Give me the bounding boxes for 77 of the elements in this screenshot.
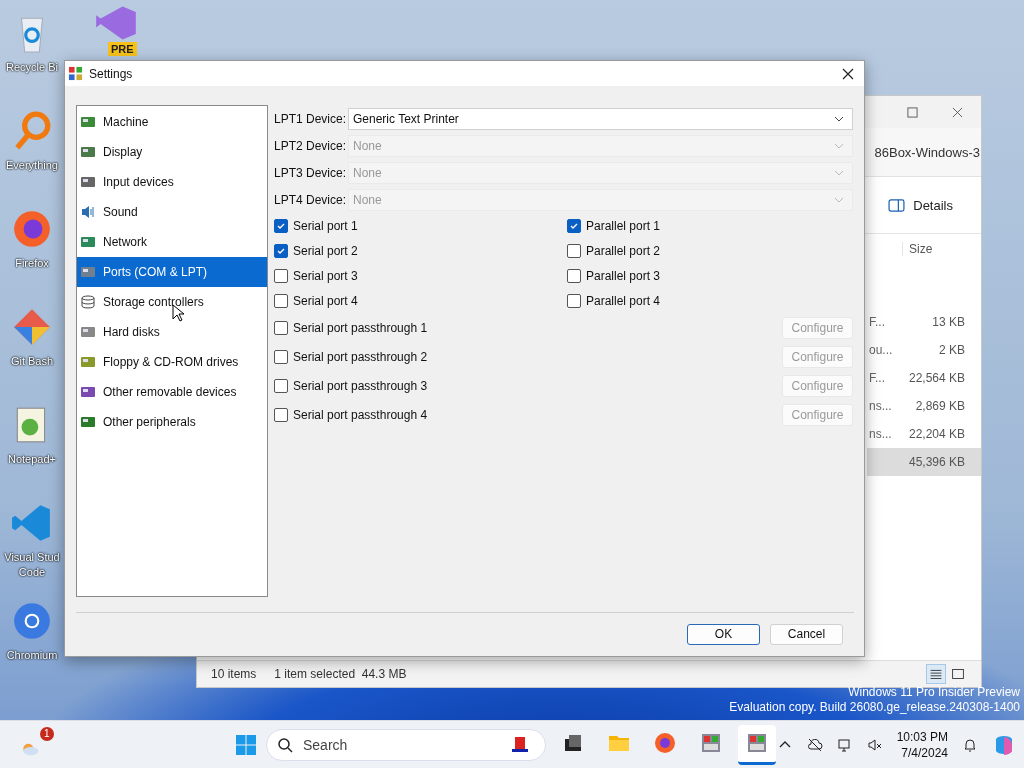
device-icon	[80, 144, 96, 160]
item-count: 10 items	[211, 667, 257, 681]
category-item[interactable]: Hard disks	[77, 317, 267, 347]
search-field[interactable]: Search	[266, 728, 546, 761]
chevron-down-icon	[834, 169, 844, 176]
category-item[interactable]: Input devices	[77, 167, 267, 197]
list-view-icon[interactable]	[927, 665, 945, 683]
port-checkbox[interactable]: Serial port 4	[274, 288, 567, 313]
chevron-down-icon	[834, 115, 844, 122]
clock[interactable]: 10:03 PM 7/4/2024	[896, 728, 948, 761]
category-item[interactable]: Storage controllers	[77, 287, 267, 317]
field-label: LPT3 Device:	[274, 165, 343, 180]
device-icon	[80, 264, 96, 280]
file-row[interactable]: F... 22,564 KB	[867, 364, 981, 392]
device-icon	[80, 114, 96, 130]
category-item[interactable]: Network	[77, 227, 267, 257]
app-icon	[68, 66, 83, 81]
cancel-button[interactable]: Cancel	[770, 623, 843, 645]
folder-path[interactable]: 86Box-Windows-3	[874, 144, 980, 160]
window-title: Settings	[89, 66, 133, 81]
file-row[interactable]: ns... 22,204 KB	[867, 420, 981, 448]
browser-icon	[653, 731, 677, 755]
watermark-text: Evaluation copy. Build 26080.ge_release.240308-1400	[729, 700, 1020, 715]
notification-badge: 1	[40, 726, 54, 741]
emulator-icon	[745, 731, 769, 755]
watermark-text: Windows 11 Pro Insider Preview	[848, 685, 1020, 700]
port-checkbox[interactable]: Serial port 3	[274, 263, 567, 288]
category-item[interactable]: Other removable devices	[77, 377, 267, 407]
cloud-icon[interactable]	[806, 736, 823, 753]
category-item[interactable]: Display	[77, 137, 267, 167]
category-item[interactable]: Other peripherals	[77, 407, 267, 437]
category-item[interactable]: Floppy & CD-ROM drives	[77, 347, 267, 377]
port-checkbox[interactable]: Parallel port 4	[567, 288, 853, 313]
file-row[interactable]: ou... 2 KB	[867, 336, 981, 364]
selection-info: 1 item selected 44.3 MB	[274, 667, 407, 681]
file-row[interactable]: 45,396 KB	[867, 448, 981, 476]
device-icon	[80, 354, 96, 370]
device-icon	[80, 234, 96, 250]
bell-icon[interactable]	[962, 736, 978, 753]
port-checkbox[interactable]: Parallel port 3	[567, 263, 853, 288]
port-checkbox[interactable]: Parallel port 2	[567, 238, 853, 263]
start-icon[interactable]	[234, 732, 258, 757]
field-label: LPT1 Device:	[274, 111, 343, 126]
ok-button[interactable]: OK	[687, 623, 760, 645]
device-icon	[80, 324, 96, 340]
speaker-icon	[80, 204, 96, 220]
search-input[interactable]: Search	[301, 735, 497, 754]
field-label: LPT4 Device:	[274, 192, 343, 207]
port-checkbox[interactable]: Serial port 1	[274, 213, 567, 238]
field-label: LPT2 Device:	[274, 138, 343, 153]
volume-muted-icon[interactable]	[866, 736, 883, 753]
category-item[interactable]: Sound	[77, 197, 267, 227]
column-header[interactable]: Size	[902, 242, 973, 256]
file-row[interactable]: ns... 2,869 KB	[867, 392, 981, 420]
device-icon	[80, 414, 96, 430]
preview-badge: PRE	[108, 42, 137, 56]
port-checkbox[interactable]: Serial port 2	[274, 238, 567, 263]
maximize-icon[interactable]	[907, 106, 918, 118]
device-icon	[80, 384, 96, 400]
close-icon[interactable]	[842, 67, 854, 80]
chevron-down-icon	[834, 142, 844, 149]
emulator-icon	[699, 731, 723, 755]
category-item[interactable]: Ports (COM & LPT)	[77, 257, 267, 287]
details-pane-icon	[888, 198, 906, 212]
browser-icon[interactable]	[11, 600, 53, 642]
device-dropdown[interactable]: Generic Text Printer	[348, 107, 853, 130]
chevron-down-icon	[834, 196, 844, 203]
category-item[interactable]: Machine	[77, 107, 267, 137]
port-checkbox[interactable]: Parallel port 1	[567, 213, 853, 238]
device-icon	[80, 174, 96, 190]
browser-icon[interactable]	[11, 208, 53, 250]
details-button[interactable]: Details	[882, 196, 959, 214]
search-icon	[277, 736, 293, 753]
database-icon	[80, 294, 96, 310]
mouse-cursor-icon	[172, 304, 184, 322]
network-icon[interactable]	[836, 736, 853, 753]
file-row[interactable]: F... 13 KB	[867, 308, 981, 336]
